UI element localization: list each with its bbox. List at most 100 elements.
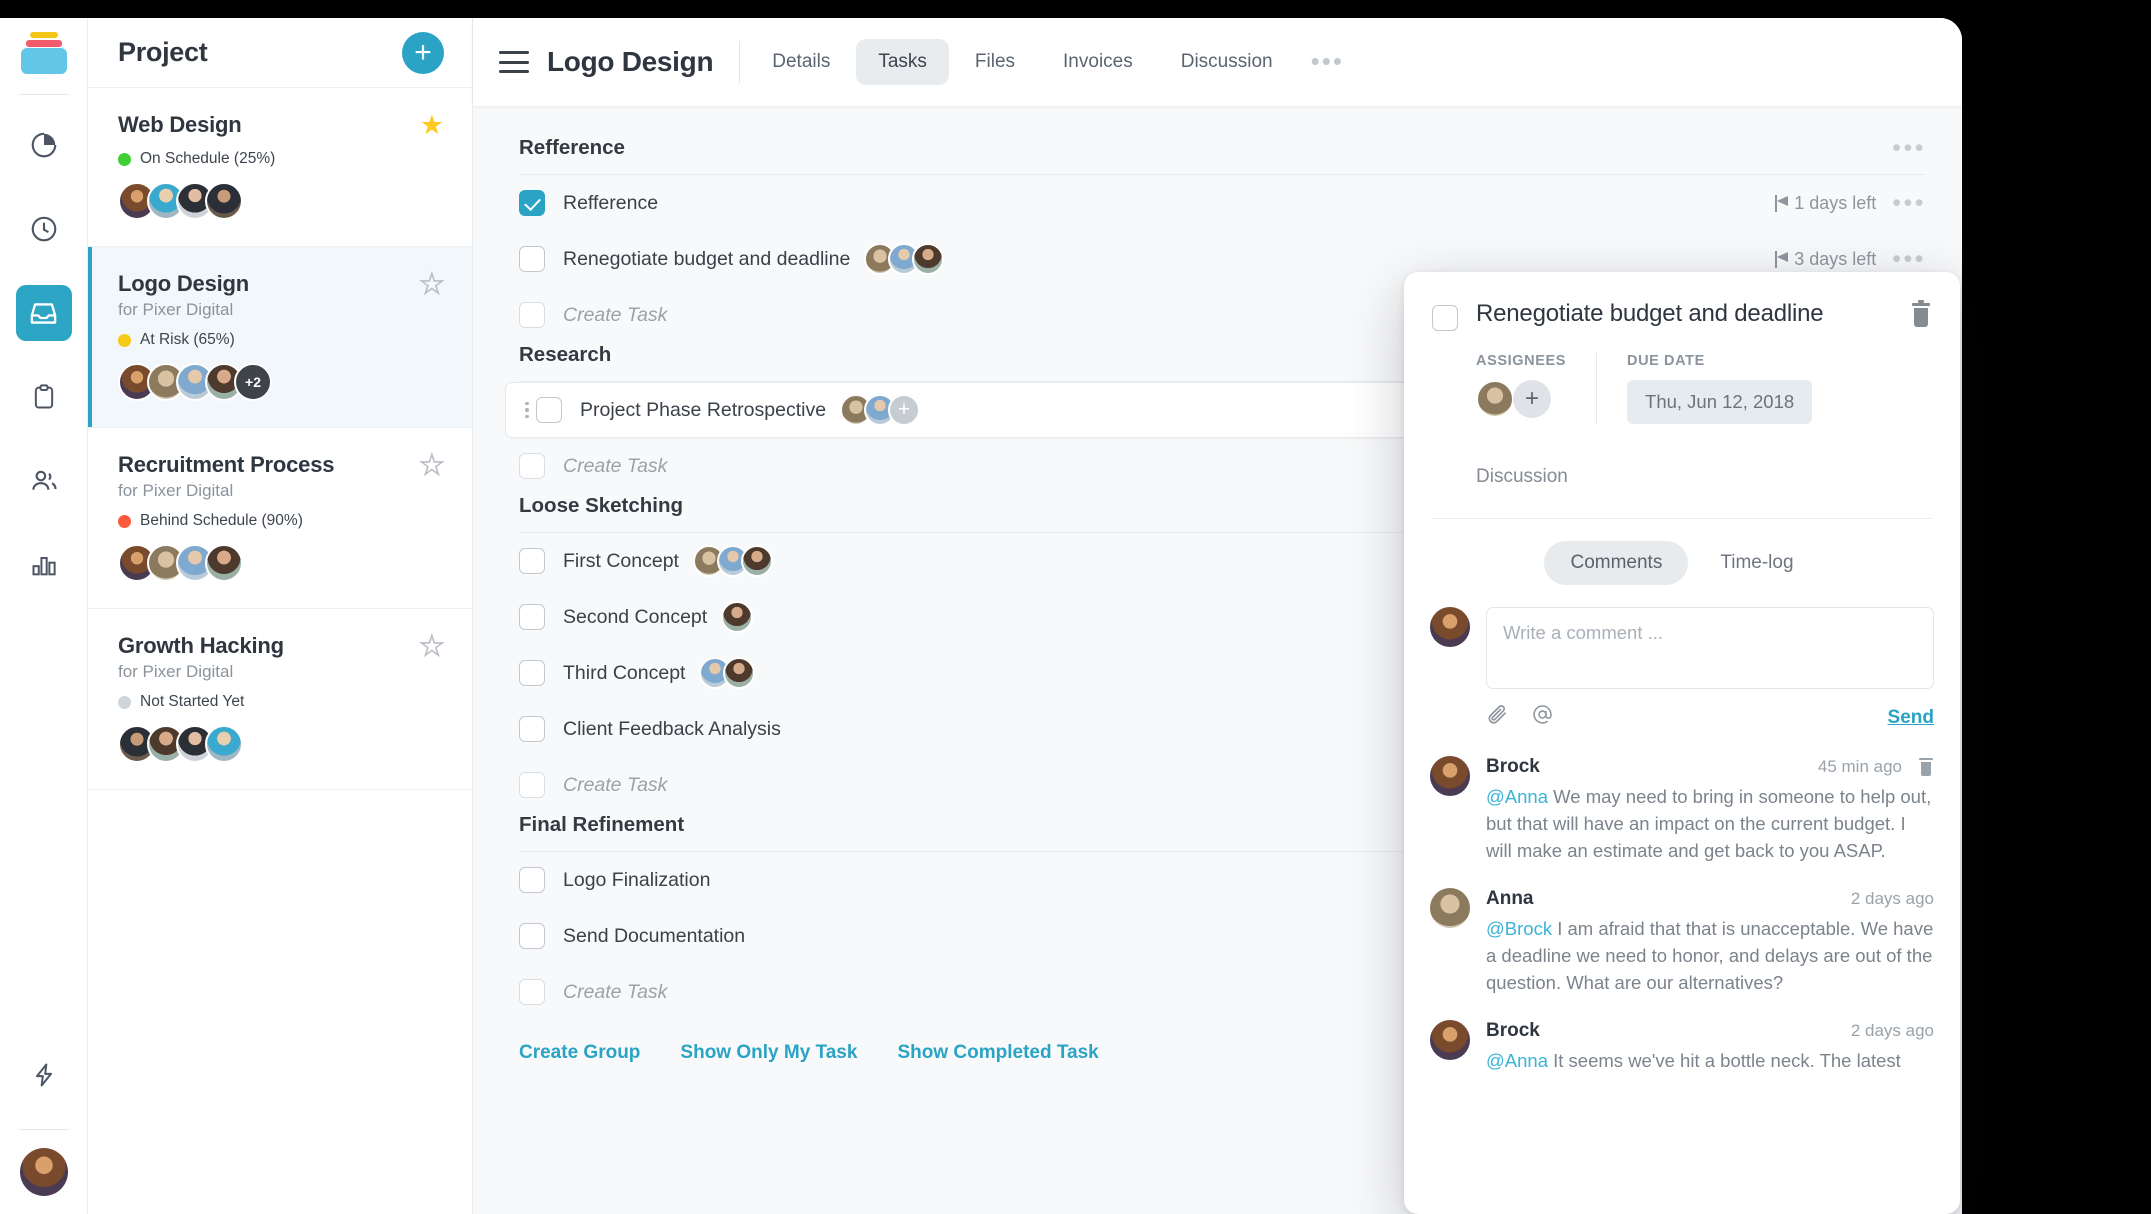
project-list-item[interactable]: Web Design ★ On Schedule (25%) [88, 88, 472, 247]
project-status: At Risk (65%) [118, 331, 444, 349]
task-label: Create Task [563, 303, 668, 326]
drag-handle-icon[interactable] [520, 401, 534, 419]
task-assignees [699, 657, 756, 689]
task-assignees [721, 601, 754, 633]
rail-item-activity[interactable] [16, 1047, 72, 1103]
footer-link-show-completed-task[interactable]: Show Completed Task [897, 1042, 1098, 1064]
task-label: Logo Finalization [563, 868, 711, 891]
tabs-more-icon[interactable]: ••• [1295, 49, 1360, 74]
task-menu-icon[interactable]: ••• [1892, 191, 1926, 215]
paperclip-icon[interactable] [1486, 703, 1509, 732]
task-checkbox[interactable] [519, 453, 545, 479]
task-checkbox[interactable] [519, 548, 545, 574]
comment-timestamp: 45 min ago [1817, 757, 1902, 776]
rail-divider [18, 94, 69, 95]
rail-item-people[interactable] [16, 453, 72, 509]
assignees-block: ASSIGNEES + [1476, 353, 1566, 424]
status-dot [118, 695, 131, 709]
comment-author: Anna [1486, 888, 1534, 909]
detail-meta: ASSIGNEES + DUE DATE Thu, Jun 12, 2018 [1404, 331, 1960, 424]
people-icon [29, 466, 59, 496]
task-checkbox[interactable] [519, 716, 545, 742]
group-menu-icon[interactable]: ••• [1892, 136, 1926, 160]
task-label: Refference [563, 191, 659, 214]
star-outline-icon[interactable]: ★ [419, 451, 445, 480]
status-dot [118, 152, 131, 166]
task-checkbox[interactable] [519, 979, 545, 1005]
detail-header: Renegotiate budget and deadline [1404, 272, 1960, 331]
task-checkbox[interactable] [536, 397, 562, 423]
rail-item-pie-chart[interactable] [16, 117, 72, 173]
project-member-avatars [118, 182, 444, 220]
comment-mention[interactable]: @Anna [1486, 1050, 1548, 1071]
rail-divider-bottom [18, 1129, 69, 1130]
add-project-button[interactable]: + [402, 31, 444, 74]
status-badge: Behind Schedule (90%) [140, 512, 303, 529]
project-list-item[interactable]: Recruitment Process for Pixer Digital ★ … [88, 428, 472, 609]
project-client: for Pixer Digital [118, 662, 234, 681]
tab-invoices[interactable]: Invoices [1041, 39, 1155, 85]
tab-discussion[interactable]: Discussion [1159, 39, 1295, 85]
task-row[interactable]: Refference 1 days left ••• [473, 175, 1962, 231]
project-member-avatars [118, 725, 444, 763]
star-outline-icon[interactable]: ★ [419, 270, 445, 299]
project-member-avatars [118, 544, 444, 582]
comment-text: @Anna It seems we've hit a bottle neck. … [1486, 1050, 1901, 1071]
project-name: Recruitment Process [118, 452, 335, 477]
tab-files[interactable]: Files [953, 39, 1037, 85]
detail-task-checkbox[interactable] [1432, 305, 1458, 331]
footer-link-show-only-my-task[interactable]: Show Only My Task [680, 1042, 857, 1064]
comment-input[interactable]: Write a comment ... [1486, 607, 1934, 689]
send-button[interactable]: Send [1888, 707, 1934, 729]
trash-icon[interactable] [1910, 300, 1932, 329]
rail-item-inbox[interactable] [15, 285, 72, 341]
detail-tab-comments[interactable]: Comments [1544, 541, 1689, 585]
tab-tasks[interactable]: Tasks [856, 39, 949, 85]
hamburger-icon[interactable] [499, 51, 529, 73]
rail-item-reports[interactable] [16, 537, 72, 593]
screen: Project + Web Design ★ On Schedule (25%)… [0, 0, 2151, 1214]
avatar [205, 182, 243, 220]
divider [1596, 353, 1598, 424]
task-menu-icon[interactable]: ••• [1892, 247, 1926, 271]
trash-icon[interactable] [1918, 757, 1934, 777]
task-checkbox[interactable] [519, 190, 545, 216]
project-title: Logo Design [547, 46, 714, 77]
task-checkbox[interactable] [519, 604, 545, 630]
avatar[interactable] [19, 1148, 68, 1196]
comment-author: Brock [1486, 756, 1540, 777]
comment-mention[interactable]: @Brock [1486, 918, 1552, 939]
task-checkbox[interactable] [519, 302, 545, 328]
due-date-block: DUE DATE Thu, Jun 12, 2018 [1627, 353, 1813, 424]
at-icon[interactable] [1531, 703, 1554, 732]
task-checkbox[interactable] [519, 246, 545, 272]
comment-item: Anna 2 days ago @Brock I am afraid that … [1430, 888, 1934, 996]
project-client: for Pixer Digital [118, 481, 234, 500]
due-date-value[interactable]: Thu, Jun 12, 2018 [1627, 380, 1813, 424]
comments-section: Write a comment ... Send Brock 45 min ag… [1404, 599, 1960, 1214]
add-assignee-button[interactable]: + [888, 394, 921, 426]
tab-details[interactable]: Details [750, 39, 852, 85]
pie-chart-icon [29, 130, 59, 160]
star-outline-icon[interactable]: ★ [419, 632, 445, 661]
rail-item-tasks[interactable] [16, 369, 72, 425]
avatar[interactable] [1476, 380, 1514, 418]
comment-mention[interactable]: @Anna [1486, 786, 1548, 807]
project-list-item[interactable]: Logo Design for Pixer Digital ★ At Risk … [88, 247, 472, 428]
add-assignee-button[interactable]: + [1513, 380, 1551, 418]
task-checkbox[interactable] [519, 660, 545, 686]
rail-item-time[interactable] [16, 201, 72, 257]
project-list-item[interactable]: Growth Hacking for Pixer Digital ★ Not S… [88, 609, 472, 790]
task-checkbox[interactable] [519, 867, 545, 893]
task-label: Third Concept [563, 661, 686, 684]
task-checkbox[interactable] [519, 923, 545, 949]
footer-link-create-group[interactable]: Create Group [519, 1042, 640, 1064]
star-filled-icon[interactable]: ★ [420, 112, 444, 139]
page-title: Project [118, 37, 208, 67]
avatar [740, 545, 773, 577]
comment-composer: Write a comment ... Send [1430, 607, 1934, 732]
detail-tab-time-log[interactable]: Time-log [1694, 541, 1819, 585]
comment-list: Brock 45 min ago @Anna We may need to br… [1430, 756, 1934, 1074]
project-name: Logo Design [118, 271, 250, 296]
task-checkbox[interactable] [519, 772, 545, 798]
